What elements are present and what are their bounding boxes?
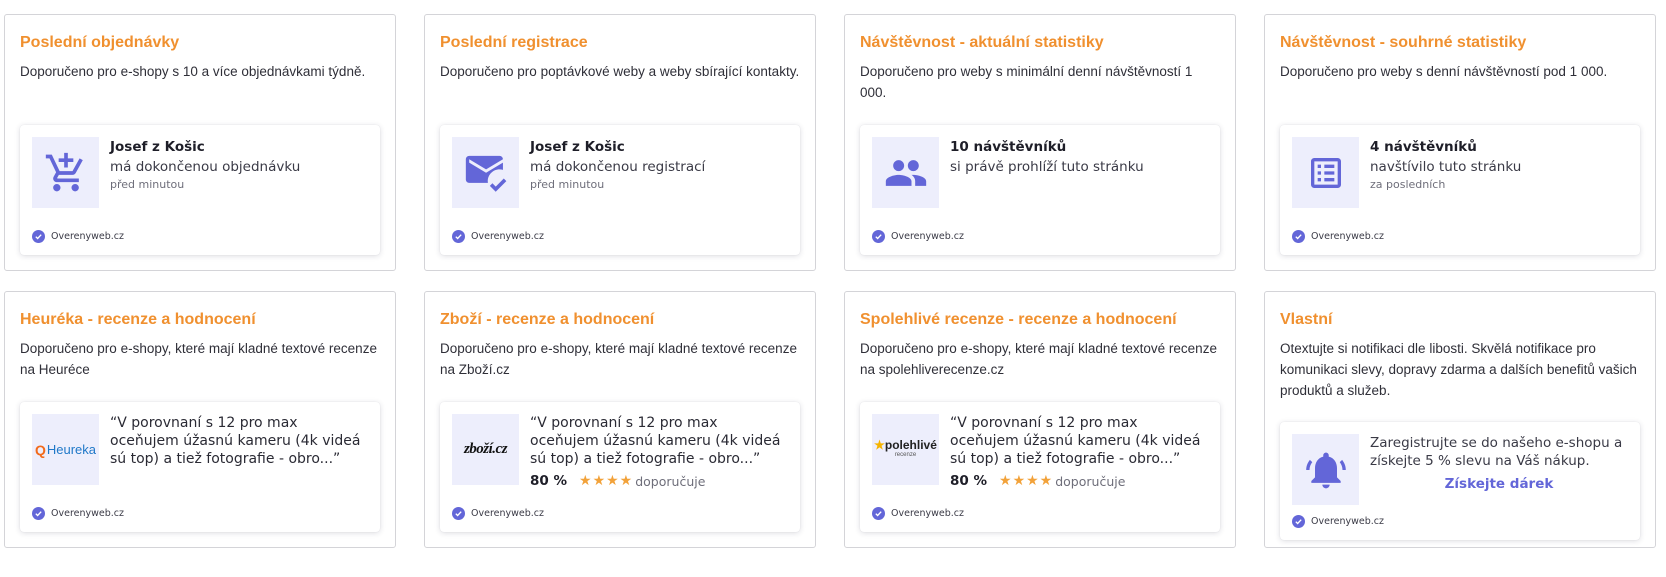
verified-label: Overenyweb.cz bbox=[891, 231, 965, 242]
card-title: Návštěvnost - souhrné statistiky bbox=[1280, 34, 1527, 51]
verified-check-icon bbox=[1292, 230, 1305, 243]
verified-check-icon bbox=[32, 507, 45, 520]
notification-preview: Zaregistrujte se do našeho e-shopu a zís… bbox=[1280, 422, 1640, 540]
get-gift-link[interactable]: Získejte dárek bbox=[1370, 476, 1628, 492]
notification-message: má dokončenou registrací bbox=[530, 159, 706, 175]
card-description: Doporučeno pro e-shopy s 10 a více objed… bbox=[20, 64, 366, 79]
notification-preview: 10 návštěvníků si právě prohlíží tuto st… bbox=[860, 125, 1220, 255]
verified-badge: Overenyweb.cz bbox=[452, 507, 544, 520]
rating-row: 80 % ★★★★ doporučuje bbox=[950, 473, 1208, 489]
visitor-count: 4 návštěvníků bbox=[1370, 139, 1477, 155]
verified-label: Overenyweb.cz bbox=[51, 231, 125, 242]
verified-badge: Overenyweb.cz bbox=[1292, 515, 1384, 528]
verified-label: Overenyweb.cz bbox=[471, 508, 545, 519]
card-title: Zboží - recenze a hodnocení bbox=[440, 311, 655, 328]
star-icons: ★★★★ bbox=[579, 473, 634, 489]
card-description: Doporučeno pro e-shopy, které mají kladn… bbox=[440, 341, 797, 377]
bell-icon bbox=[1292, 434, 1359, 505]
verified-check-icon bbox=[872, 230, 885, 243]
notification-preview: ★polehlivé recenze “V porovnaní s 12 pro… bbox=[860, 402, 1220, 532]
notification-types-grid: Poslední objednávky Doporučeno pro e-sho… bbox=[4, 14, 1660, 548]
verified-label: Overenyweb.cz bbox=[1311, 516, 1385, 527]
card-spolehlive-recenze[interactable]: Spolehlivé recenze - recenze a hodnocení… bbox=[844, 291, 1236, 548]
heureka-logo-text: Heureka bbox=[46, 442, 97, 457]
visitor-count: 10 návštěvníků bbox=[950, 139, 1067, 155]
card-custom[interactable]: Vlastní Otextujte si notifikaci dle libo… bbox=[1264, 291, 1656, 548]
verified-check-icon bbox=[452, 230, 465, 243]
verified-badge: Overenyweb.cz bbox=[452, 230, 544, 243]
notification-period: za posledních bbox=[1370, 178, 1446, 191]
card-title: Návštěvnost - aktuální statistiky bbox=[860, 34, 1104, 51]
card-title: Heuréka - recenze a hodnocení bbox=[20, 311, 256, 328]
card-description: Otextujte si notifikaci dle libosti. Skv… bbox=[1280, 341, 1637, 398]
star-icons: ★★★★ bbox=[999, 473, 1054, 489]
verified-badge: Overenyweb.cz bbox=[872, 230, 964, 243]
zbozi-logo: zboží.cz bbox=[452, 414, 519, 485]
verified-check-icon bbox=[872, 507, 885, 520]
people-icon bbox=[872, 137, 939, 208]
card-description: Doporučeno pro e-shopy, které mají kladn… bbox=[860, 341, 1217, 377]
card-description: Doporučeno pro e-shopy, které mají kladn… bbox=[20, 341, 377, 377]
verified-badge: Overenyweb.cz bbox=[32, 230, 124, 243]
card-traffic-summary[interactable]: Návštěvnost - souhrné statistiky Doporuč… bbox=[1264, 14, 1656, 271]
verified-label: Overenyweb.cz bbox=[1311, 231, 1385, 242]
customer-name: Josef z Košic bbox=[530, 139, 625, 155]
notification-message: si právě prohlíží tuto stránku bbox=[950, 159, 1144, 175]
card-last-registrations[interactable]: Poslední registrace Doporučeno pro poptá… bbox=[424, 14, 816, 271]
card-last-orders[interactable]: Poslední objednávky Doporučeno pro e-sho… bbox=[4, 14, 396, 271]
custom-message: Zaregistrujte se do našeho e-shopu a zís… bbox=[1370, 435, 1623, 469]
notification-time: před minutou bbox=[530, 178, 605, 191]
mail-check-icon bbox=[452, 137, 519, 208]
review-quote: “V porovnaní s 12 pro max oceňujem úžasn… bbox=[530, 415, 781, 467]
verified-label: Overenyweb.cz bbox=[51, 508, 125, 519]
verified-check-icon bbox=[32, 230, 45, 243]
card-description: Doporučeno pro weby s denní návštěvností… bbox=[1280, 64, 1608, 79]
card-title: Spolehlivé recenze - recenze a hodnocení bbox=[860, 311, 1177, 328]
card-title: Poslední objednávky bbox=[20, 34, 180, 51]
card-title: Vlastní bbox=[1280, 311, 1333, 328]
customer-name: Josef z Košic bbox=[110, 139, 205, 155]
card-title: Poslední registrace bbox=[440, 34, 588, 51]
card-description: Doporučeno pro poptávkové weby a weby sb… bbox=[440, 64, 800, 79]
card-traffic-live[interactable]: Návštěvnost - aktuální statistiky Doporu… bbox=[844, 14, 1236, 271]
card-description: Doporučeno pro weby s minimální denní ná… bbox=[860, 64, 1193, 100]
review-quote: “V porovnaní s 12 pro max oceňujem úžasn… bbox=[110, 415, 361, 467]
rating-percent: 80 % bbox=[950, 473, 988, 489]
verified-label: Overenyweb.cz bbox=[891, 508, 965, 519]
verified-check-icon bbox=[1292, 515, 1305, 528]
verified-badge: Overenyweb.cz bbox=[1292, 230, 1384, 243]
heureka-logo: Q Heureka bbox=[32, 414, 99, 485]
rating-label: doporučuje bbox=[1055, 473, 1126, 489]
cart-plus-icon bbox=[32, 137, 99, 208]
review-quote: “V porovnaní s 12 pro max oceňujem úžasn… bbox=[950, 415, 1201, 467]
card-heureka-reviews[interactable]: Heuréka - recenze a hodnocení Doporučeno… bbox=[4, 291, 396, 548]
card-zbozi-reviews[interactable]: Zboží - recenze a hodnocení Doporučeno p… bbox=[424, 291, 816, 548]
zbozi-logo-text: zboží.cz bbox=[463, 441, 508, 457]
notification-preview: Josef z Košic má dokončenou objednávku p… bbox=[20, 125, 380, 255]
verified-badge: Overenyweb.cz bbox=[872, 507, 964, 520]
verified-badge: Overenyweb.cz bbox=[32, 507, 124, 520]
notification-preview: zboží.cz “V porovnaní s 12 pro max oceňu… bbox=[440, 402, 800, 532]
notification-preview: Josef z Košic má dokončenou registrací p… bbox=[440, 125, 800, 255]
notification-time: před minutou bbox=[110, 178, 185, 191]
rating-label: doporučuje bbox=[635, 473, 706, 489]
notification-preview: Q Heureka “V porovnaní s 12 pro max oceňu… bbox=[20, 402, 380, 532]
list-icon bbox=[1292, 137, 1359, 208]
notification-preview: 4 návštěvníků navštívilo tuto stránku za… bbox=[1280, 125, 1640, 255]
rating-row: 80 % ★★★★ doporučuje bbox=[530, 473, 788, 489]
verified-label: Overenyweb.cz bbox=[471, 231, 545, 242]
spolehlive-recenze-logo: ★polehlivé recenze bbox=[872, 414, 939, 485]
verified-check-icon bbox=[452, 507, 465, 520]
notification-message: navštívilo tuto stránku bbox=[1370, 159, 1522, 175]
rating-percent: 80 % bbox=[530, 473, 568, 489]
notification-message: má dokončenou objednávku bbox=[110, 159, 301, 175]
